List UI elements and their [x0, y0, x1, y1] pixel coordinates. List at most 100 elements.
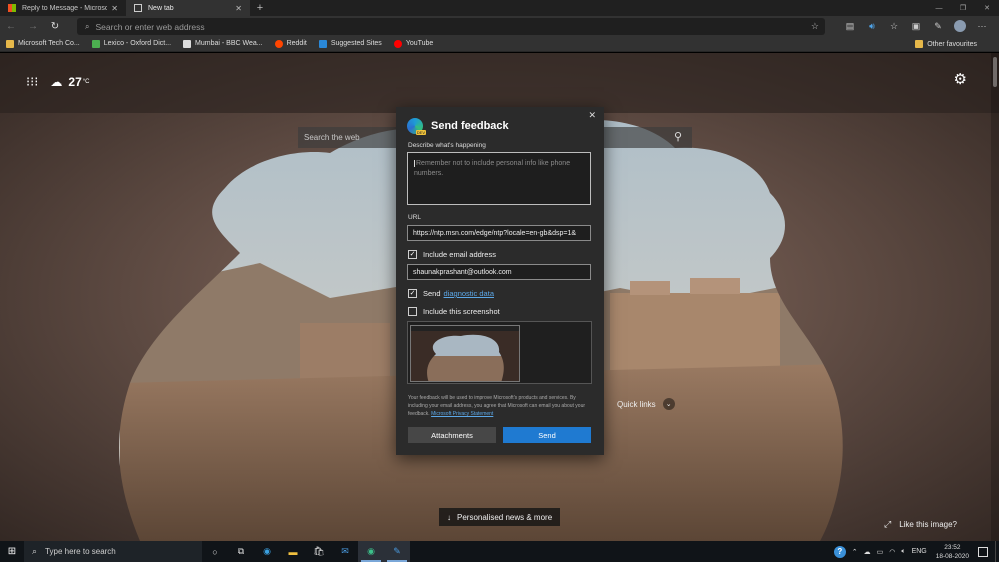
mail-icon[interactable]: ✉	[332, 541, 358, 562]
send-diagnostic-checkbox[interactable]: ✓	[408, 289, 417, 298]
file-explorer-icon[interactable]: ▬	[280, 541, 306, 562]
like-image-link[interactable]: ⤢ Like this image?	[884, 519, 957, 530]
new-tab-page: ⁝⁝⁝ ☁ 27 °C ⚙ Search the web ⚲ Quick lin…	[0, 53, 999, 541]
close-tab-icon[interactable]: ✕	[111, 4, 118, 13]
expand-diagonal-icon: ⤢	[883, 519, 892, 529]
onedrive-cloud-icon[interactable]: ☁	[864, 548, 871, 556]
address-placeholder: Search or enter web address	[95, 21, 205, 32]
task-view-icon[interactable]: ⧉	[228, 541, 254, 562]
favorite-label: YouTube	[405, 40, 434, 47]
volume-icon[interactable]: 🔈︎	[901, 548, 905, 556]
battery-icon[interactable]: ▭	[877, 548, 884, 556]
privacy-statement-link[interactable]: Microsoft Privacy Statement	[431, 411, 493, 417]
favorite-label: Mumbai - BBC Wea...	[195, 40, 263, 47]
include-email-row[interactable]: ✓ Include email address	[408, 250, 496, 259]
send-button[interactable]: Send	[503, 427, 591, 443]
tab-strip: Reply to Message - Microsoft Tech ✕ New …	[0, 0, 999, 16]
tab-title: New tab	[148, 4, 174, 12]
screenshot-thumbnail[interactable]	[410, 325, 520, 382]
bbc-icon	[183, 39, 192, 48]
search-icon: ⌕	[32, 546, 38, 556]
windows-start-icon[interactable]: ⊞	[0, 546, 24, 557]
clock[interactable]: 23:52 18-08-2020	[936, 543, 969, 561]
page-scrollbar[interactable]	[991, 53, 999, 541]
microsoft-store-icon[interactable]: 🛍︎	[306, 541, 332, 562]
quick-links-toggle[interactable]: Quick links ⌄	[617, 398, 675, 410]
personalised-news-label: Personalised news & more	[457, 512, 553, 522]
include-screenshot-checkbox[interactable]	[408, 307, 417, 316]
send-feedback-dialog: ✕ DEV Send feedback Describe what's happ…	[396, 107, 604, 455]
close-dialog-icon[interactable]: ✕	[588, 110, 596, 121]
collections-icon[interactable]: ▣	[905, 21, 927, 32]
restore-icon[interactable]: ❐	[951, 0, 975, 16]
favorite-suggested-sites[interactable]: Suggested Sites	[318, 39, 382, 48]
tab-reply-to-message[interactable]: Reply to Message - Microsoft Tech ✕	[0, 0, 126, 16]
favorite-microsoft-tech[interactable]: Microsoft Tech Co...	[6, 39, 80, 48]
read-aloud-icon[interactable]: 🔊︎	[861, 21, 883, 32]
email-field[interactable]: shaunakprashant@outlook.com	[407, 264, 591, 280]
favorite-reddit[interactable]: Reddit	[274, 39, 307, 48]
dialog-header: DEV Send feedback	[407, 118, 509, 135]
dialog-title: Send feedback	[431, 120, 509, 132]
close-tab-icon[interactable]: ✕	[235, 4, 242, 13]
cortana-icon[interactable]: ○	[202, 541, 228, 562]
windows-taskbar: ⊞ ⌕ Type here to search ○ ⧉ ◉ ▬ 🛍︎ ✉ ◉ ✎…	[0, 541, 999, 562]
help-icon[interactable]: ?	[833, 545, 846, 558]
send-diagnostic-row[interactable]: ✓ Send diagnostic data	[408, 289, 494, 298]
url-field[interactable]: https://ntp.msn.com/edge/ntp?locale=en-g…	[407, 225, 591, 241]
feedback-hub-icon[interactable]: ✎	[384, 541, 410, 562]
favorite-label: Lexico - Oxford Dict...	[103, 40, 172, 47]
partly-cloudy-icon: ☁	[50, 75, 63, 89]
favorite-bbc-weather[interactable]: Mumbai - BBC Wea...	[183, 39, 263, 48]
language-indicator[interactable]: ENG	[912, 548, 927, 555]
address-bar[interactable]: ⌕ Search or enter web address ☆	[77, 18, 825, 35]
profile-avatar[interactable]	[954, 20, 966, 32]
favorite-lexico[interactable]: Lexico - Oxford Dict...	[91, 39, 172, 48]
temperature-value: 27	[68, 75, 82, 89]
close-window-icon[interactable]: ✕	[975, 0, 999, 16]
chevron-down-icon: ⌄	[662, 398, 675, 410]
bing-icon	[318, 39, 327, 48]
microsoft-logo-icon	[8, 4, 16, 12]
favorites-icon[interactable]: ☆	[883, 21, 905, 32]
reading-view-icon[interactable]: ▤	[839, 21, 861, 32]
refresh-icon[interactable]: ↻	[44, 16, 66, 36]
weather-widget[interactable]: ⁝⁝⁝ ☁ 27 °C	[26, 74, 90, 90]
folder-icon	[915, 40, 924, 48]
minimize-icon[interactable]: —	[927, 0, 951, 16]
other-favourites-folder[interactable]: Other favourites	[915, 36, 977, 52]
app-launcher-grid-icon[interactable]: ⁝⁝⁝	[26, 74, 38, 90]
window-controls: — ❐ ✕	[927, 0, 999, 16]
new-tab-page-icon	[134, 4, 142, 12]
tab-new-tab[interactable]: New tab ✕	[126, 0, 250, 16]
page-settings-gear-icon[interactable]: ⚙	[954, 70, 967, 88]
folder-icon	[6, 39, 14, 48]
edge-dev-icon[interactable]: ◉	[358, 541, 384, 562]
url-label: URL	[408, 214, 422, 221]
edge-icon[interactable]: ◉	[254, 541, 280, 562]
favorite-youtube[interactable]: YouTube	[393, 39, 434, 48]
more-menu-icon[interactable]: ···	[971, 21, 993, 31]
network-wifi-icon[interactable]: ◠	[889, 548, 895, 556]
include-screenshot-row[interactable]: Include this screenshot	[408, 307, 500, 316]
email-value: shaunakprashant@outlook.com	[413, 268, 512, 276]
show-hidden-icons-chevron-icon[interactable]: ⌃	[852, 548, 858, 556]
scrollbar-thumb[interactable]	[993, 57, 997, 87]
reddit-icon	[274, 39, 283, 48]
notifications-icon[interactable]	[978, 546, 988, 557]
taskbar-search-box[interactable]: ⌕ Type here to search	[24, 541, 202, 562]
back-icon[interactable]: ←	[0, 16, 22, 36]
describe-textarea[interactable]: Remember not to include personal info li…	[407, 152, 591, 205]
add-favorite-star-icon[interactable]: ☆	[811, 21, 819, 32]
include-email-checkbox[interactable]: ✓	[408, 250, 417, 259]
tab-title: Reply to Message - Microsoft Tech	[22, 4, 108, 12]
feedback-icon[interactable]: ✎	[927, 21, 949, 32]
new-tab-button[interactable]: +	[250, 0, 270, 16]
attachments-button[interactable]: Attachments	[408, 427, 496, 443]
show-desktop-button[interactable]	[995, 541, 999, 562]
clock-date: 18-08-2020	[935, 552, 969, 560]
search-icon[interactable]: ⚲	[674, 130, 682, 143]
personalised-news-button[interactable]: ↓ Personalised news & more	[439, 508, 561, 526]
forward-icon[interactable]: →	[22, 16, 44, 36]
diagnostic-data-link[interactable]: diagnostic data	[444, 289, 494, 298]
